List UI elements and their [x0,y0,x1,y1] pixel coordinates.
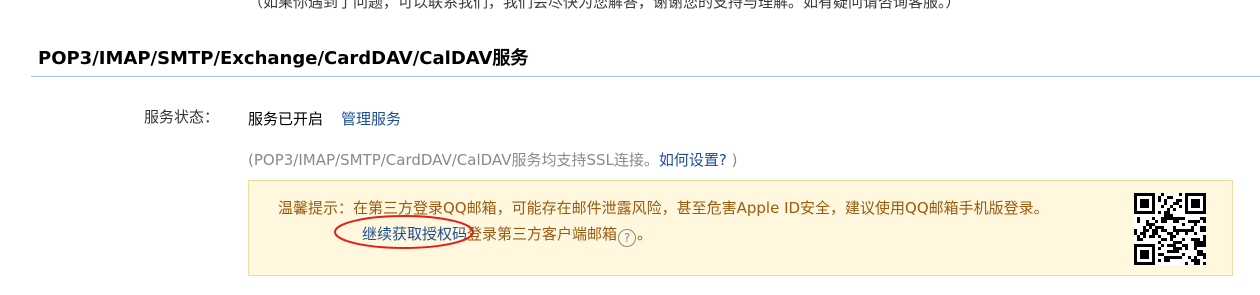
service-status-label: 服务状态： [144,108,220,126]
notice-end-punct: 。 [637,225,653,243]
qr-code-icon [1134,193,1206,265]
section-divider [31,76,1260,77]
ssl-note-suffix: ) [726,151,738,169]
ssl-note-text: (POP3/IMAP/SMTP/CardDAV/CalDAV服务均支持SSL连接… [248,151,659,169]
notice-login-text: 登录第三方客户端邮箱 [467,225,618,243]
service-status-value: 服务已开启 [248,110,324,128]
service-status-row: 服务已开启 管理服务 [248,108,401,129]
truncated-top-text: （如果你遇到了问题，可以联系我们，我们会尽快为您解答，谢谢您的支持与理解。如有疑… [248,0,961,11]
ssl-note: (POP3/IMAP/SMTP/CardDAV/CalDAV服务均支持SSL连接… [248,149,737,170]
how-to-setup-link[interactable]: 如何设置? [659,151,727,169]
manage-service-link[interactable]: 管理服务 [341,110,401,128]
annotation-circle [334,215,474,249]
section-title: POP3/IMAP/SMTP/Exchange/CardDAV/CalDAV服务 [38,48,529,69]
help-circle-icon[interactable]: ? [618,229,637,247]
